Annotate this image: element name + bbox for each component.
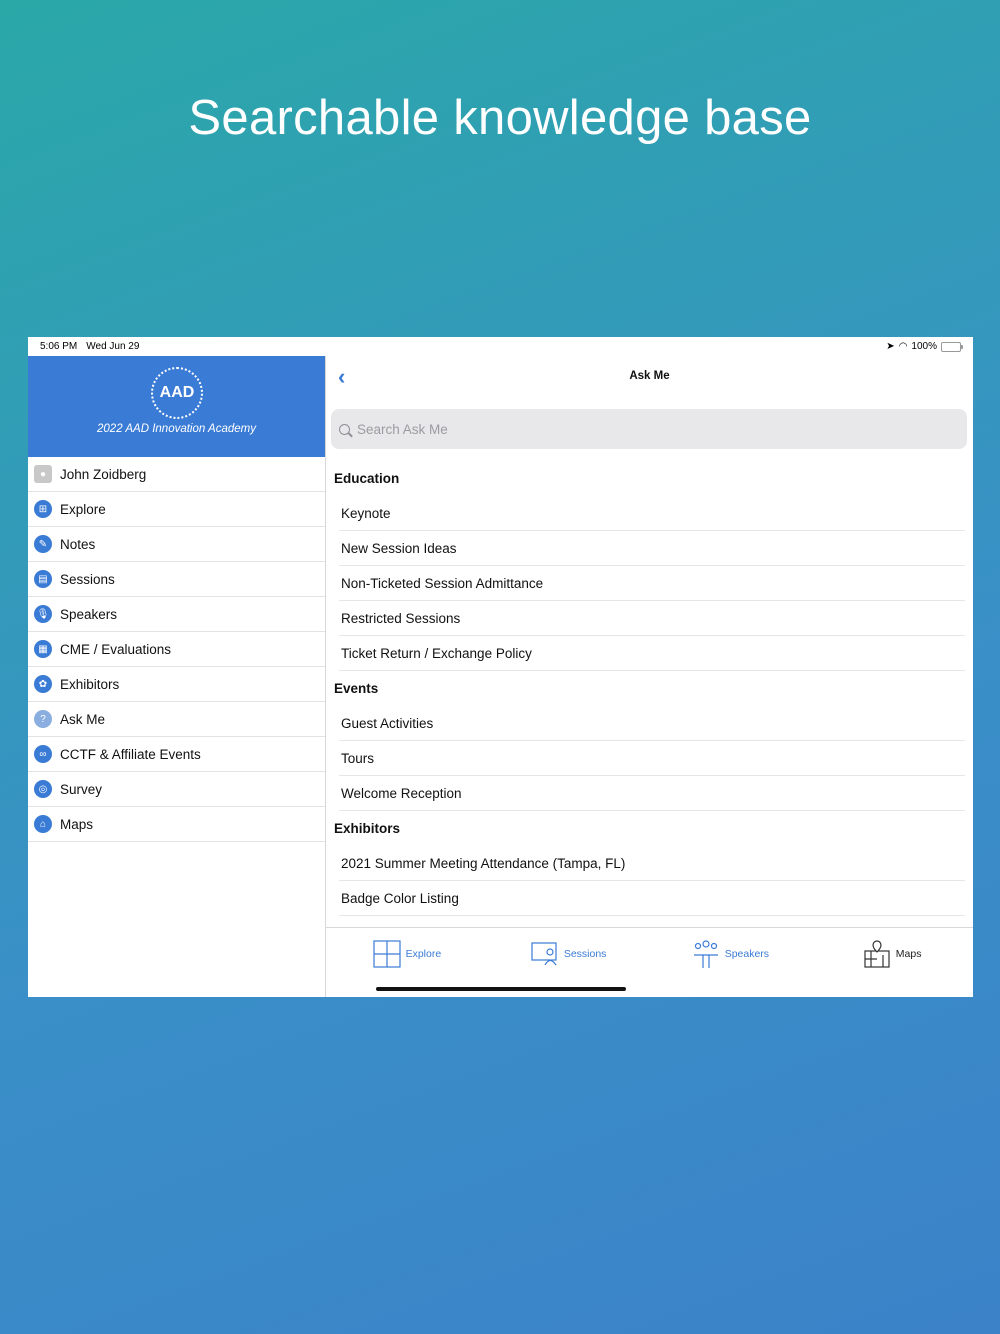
sidebar: AAD 2022 AAD Innovation Academy ● John Zo… xyxy=(28,356,325,997)
ipad-screen: 5:06 PM Wed Jun 29 ➤ ◠ 100% AAD 2022 AAD… xyxy=(28,337,973,997)
sidebar-item-label: CME / Evaluations xyxy=(60,641,172,657)
tab-bar: Explore Sessions Speakers Maps xyxy=(326,927,973,979)
map-pin-icon xyxy=(864,939,890,968)
tab-explore-label: Explore xyxy=(405,947,442,960)
tab-maps[interactable]: Maps xyxy=(811,928,973,979)
sidebar-header: AAD 2022 AAD Innovation Academy xyxy=(28,356,325,457)
question-icon: ? xyxy=(34,710,52,728)
list-item[interactable]: Badge Color Listing xyxy=(339,881,965,916)
sidebar-item[interactable]: ▤ Sessions xyxy=(28,562,325,597)
sidebar-item-label: Exhibitors xyxy=(60,676,120,692)
tab-sessions-label: Sessions xyxy=(563,947,607,960)
clipboard-icon: ▦ xyxy=(34,640,52,658)
status-bar: 5:06 PM Wed Jun 29 ➤ ◠ 100% xyxy=(28,337,973,356)
list-item[interactable]: Restricted Sessions xyxy=(339,601,965,636)
tab-explore[interactable]: Explore xyxy=(326,928,488,979)
page-title: Ask Me xyxy=(629,370,670,382)
event-name: 2022 AAD Innovation Academy xyxy=(97,423,256,435)
grid-icon xyxy=(372,939,401,968)
sidebar-item-label: Speakers xyxy=(60,606,118,622)
section-header: Events xyxy=(334,681,379,696)
sidebar-item[interactable]: 🎙 Speakers xyxy=(28,597,325,632)
sidebar-item[interactable]: ∞ CCTF & Affiliate Events xyxy=(28,737,325,772)
location-icon: ➤ xyxy=(886,341,895,352)
battery-percent: 100% xyxy=(911,341,937,352)
speakers-icon xyxy=(693,939,718,968)
handshake-icon: ∞ xyxy=(34,745,52,763)
nav-bar: ‹ Ask Me xyxy=(326,356,973,399)
sidebar-item-label: Maps xyxy=(60,816,94,832)
aad-logo: AAD xyxy=(151,367,203,419)
exhibitors-icon: ✿ xyxy=(34,675,52,693)
sidebar-item[interactable]: ✿ Exhibitors xyxy=(28,667,325,702)
search-input[interactable]: Search Ask Me xyxy=(331,409,967,449)
microphone-icon: 🎙 xyxy=(34,605,52,623)
tab-speakers-label: Speakers xyxy=(724,947,770,960)
sidebar-item-label: Sessions xyxy=(60,571,115,587)
wifi-icon: ◠ xyxy=(898,341,908,352)
sidebar-item[interactable]: ✎ Notes xyxy=(28,527,325,562)
sidebar-item-label: Survey xyxy=(60,781,103,797)
status-time: 5:06 PM xyxy=(40,341,78,352)
status-right: ➤ ◠ 100% xyxy=(886,341,963,352)
list-item[interactable]: Ticket Return / Exchange Policy xyxy=(339,636,965,671)
main-panel: ‹ Ask Me Search Ask Me Education Keynote N… xyxy=(326,356,973,997)
tab-maps-label: Maps xyxy=(895,947,922,960)
search-placeholder: Search Ask Me xyxy=(357,421,448,437)
notes-icon: ✎ xyxy=(34,535,52,553)
sidebar-item[interactable]: ⌂ Maps xyxy=(28,807,325,842)
battery-icon xyxy=(941,341,963,352)
grid-icon: ⊞ xyxy=(34,500,52,518)
sidebar-item-label: Ask Me xyxy=(60,711,106,727)
list-item[interactable]: Keynote xyxy=(339,496,965,531)
sidebar-menu: ● John Zoidberg ⊞ Explore ✎ Notes ▤ Sessions 🎙 Sp… xyxy=(28,457,325,842)
sidebar-item[interactable]: ▦ CME / Evaluations xyxy=(28,632,325,667)
list-item[interactable]: Tours xyxy=(339,741,965,776)
presentation-icon xyxy=(531,941,557,965)
section-header: Education xyxy=(334,471,400,486)
tab-sessions[interactable]: Sessions xyxy=(488,928,650,979)
section-header: Exhibitors xyxy=(334,821,401,836)
sidebar-item-label: Notes xyxy=(60,536,96,552)
headline: Searchable knowledge base xyxy=(188,91,812,145)
tab-speakers[interactable]: Speakers xyxy=(650,928,812,979)
list-item[interactable]: Non-Ticketed Session Admittance xyxy=(339,566,965,601)
sidebar-item-label: Explore xyxy=(60,501,106,517)
list-item[interactable]: 2021 Summer Meeting Attendance (Tampa, F… xyxy=(339,846,965,881)
sidebar-item-label: CCTF & Affiliate Events xyxy=(60,746,201,762)
map-icon: ⌂ xyxy=(34,815,52,833)
list-item[interactable]: Welcome Reception xyxy=(339,776,965,811)
sidebar-item[interactable]: ◎ Survey xyxy=(28,772,325,807)
user-icon: ● xyxy=(34,465,52,483)
search-icon xyxy=(339,423,350,435)
sidebar-item[interactable]: ? Ask Me xyxy=(28,702,325,737)
sidebar-item-label: John Zoidberg xyxy=(60,466,147,482)
status-date: Wed Jun 29 xyxy=(86,341,140,352)
faq-list: Education Keynote New Session Ideas Non-Tic… xyxy=(326,461,973,951)
survey-icon: ◎ xyxy=(34,780,52,798)
list-item[interactable]: Guest Activities xyxy=(339,706,965,741)
sidebar-item[interactable]: ⊞ Explore xyxy=(28,492,325,527)
list-item[interactable]: New Session Ideas xyxy=(339,531,965,566)
sessions-icon: ▤ xyxy=(34,570,52,588)
home-indicator xyxy=(376,987,626,991)
sidebar-item[interactable]: ● John Zoidberg xyxy=(28,457,325,492)
